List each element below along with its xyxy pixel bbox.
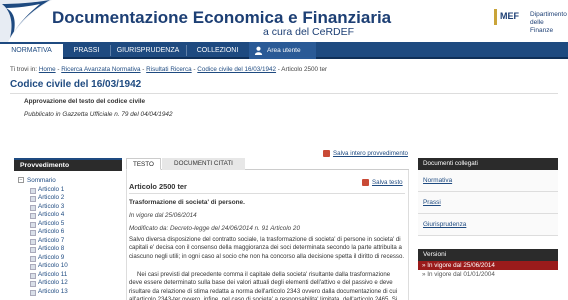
tree-item[interactable]: Articolo 3 <box>18 203 68 212</box>
article-divider <box>129 193 405 194</box>
site-header: Documentazione Economica e Finanziaria a… <box>0 0 568 42</box>
related-normativa-link[interactable]: Normativa <box>418 170 558 192</box>
title-divider <box>10 93 558 94</box>
version-label: In vigore dal 25/06/2014 <box>427 262 495 269</box>
main-nav: NORMATIVA PRASSI GIURISPRUDENZA COLLEZIO… <box>0 42 568 59</box>
article-modificato: Modificato da: Decreto-legge del 24/06/2… <box>129 225 300 232</box>
article-vigore: In vigore dal 25/06/2014 <box>129 212 197 219</box>
tree-item[interactable]: Articolo 2 <box>18 194 68 203</box>
tab-testo[interactable]: TESTO <box>126 158 161 170</box>
tree-item[interactable]: Articolo 13 <box>18 288 68 297</box>
save-all-label: Salva intero provvedimento <box>333 150 408 158</box>
department-name: Dipartimento delle Finanze <box>530 11 567 34</box>
breadcrumb-prefix: Ti trovi in: <box>10 66 38 73</box>
sommario-tree: − Sommario Articolo 1 Articolo 2 Articolo… <box>18 177 68 296</box>
breadcrumb-current: Articolo 2500 ter <box>281 66 328 73</box>
tree-item[interactable]: Articolo 8 <box>18 245 68 254</box>
article-paragraph: Nei casi previsti dal precedente comma i… <box>129 271 398 300</box>
breadcrumb: Ti trovi in: Home - Ricerca Avanzata Nor… <box>10 66 327 73</box>
breadcrumb-risultati[interactable]: Risultati Ricerca <box>146 66 192 73</box>
version-label: In vigore dal 01/01/2004 <box>427 271 495 278</box>
pdf-icon <box>362 179 369 186</box>
tree-item[interactable]: Articolo 12 <box>18 279 68 288</box>
tree-item[interactable]: Articolo 7 <box>18 237 68 246</box>
page-title: Codice civile del 16/03/1942 <box>10 79 142 90</box>
tree-root[interactable]: − Sommario <box>18 177 68 186</box>
tree-root-label: Sommario <box>27 177 56 184</box>
gazzetta-text: Pubblicato in Gazzetta Ufficiale n. 79 d… <box>24 111 173 118</box>
nav-collezioni[interactable]: COLLEZIONI <box>186 42 249 59</box>
site-subtitle: a cura del CeRDEF <box>263 26 355 38</box>
nav-giurisprudenza[interactable]: GIURISPRUDENZA <box>110 42 186 59</box>
tab-documenti-citati[interactable]: DOCUMENTI CITATI <box>162 158 245 170</box>
nav-prassi[interactable]: PRASSI <box>63 42 110 59</box>
save-text-link[interactable]: Salva testo <box>362 179 403 186</box>
tree-item[interactable]: Articolo 4 <box>18 211 68 220</box>
user-area-label: Area utente <box>267 47 301 54</box>
user-icon <box>254 46 263 55</box>
provvedimento-panel: Provvedimento − Sommario Articolo 1 Artic… <box>14 158 122 300</box>
related-prassi-link[interactable]: Prassi <box>418 192 558 214</box>
breadcrumb-ricerca-avanzata[interactable]: Ricerca Avanzata Normativa <box>61 66 140 73</box>
mef-logo-text[interactable]: MEF <box>500 11 519 21</box>
save-all-link[interactable]: Salva intero provvedimento <box>323 150 408 157</box>
version-old[interactable]: » In vigore dal 01/01/2004 <box>418 270 558 279</box>
approval-text: Approvazione del testo del codice civile <box>24 98 146 105</box>
collapse-icon[interactable]: − <box>18 177 24 184</box>
provvedimento-heading: Provvedimento <box>14 160 122 171</box>
tree-item[interactable]: Articolo 10 <box>18 262 68 271</box>
article-title: Articolo 2500 ter <box>129 182 187 191</box>
tree-item[interactable]: Articolo 5 <box>18 220 68 229</box>
nav-normativa[interactable]: NORMATIVA <box>0 42 63 59</box>
tree-item[interactable]: Articolo 9 <box>18 254 68 263</box>
tree-item[interactable]: Articolo 6 <box>18 228 68 237</box>
breadcrumb-home[interactable]: Home <box>39 66 56 73</box>
save-text-label: Salva testo <box>372 179 403 187</box>
pdf-icon <box>323 150 330 157</box>
tree-item[interactable]: Articolo 1 <box>18 186 68 195</box>
site-title[interactable]: Documentazione Economica e Finanziaria <box>52 8 391 28</box>
article-heading: Trasformazione di societa' di persone. <box>129 199 245 206</box>
version-current[interactable]: » In vigore dal 25/06/2014 <box>418 261 558 270</box>
related-giurisprudenza-link[interactable]: Giurisprudenza <box>418 214 558 236</box>
related-documents-panel: Documenti collegati Normativa Prassi Giu… <box>418 158 558 279</box>
versions-heading: Versioni <box>418 249 558 261</box>
article-content: Articolo 2500 ter Salva testo Trasformaz… <box>126 170 409 300</box>
tree-item[interactable]: Articolo 11 <box>18 271 68 280</box>
content-tabs: TESTO DOCUMENTI CITATI <box>126 158 409 170</box>
article-paragraph: Salvo diversa disposizione del contratto… <box>129 236 405 260</box>
related-heading: Documenti collegati <box>418 158 558 170</box>
breadcrumb-codice-civile[interactable]: Codice civile del 16/03/1942 <box>197 66 276 73</box>
site-logo-icon[interactable] <box>0 0 52 42</box>
user-area-button[interactable]: Area utente <box>249 42 316 59</box>
